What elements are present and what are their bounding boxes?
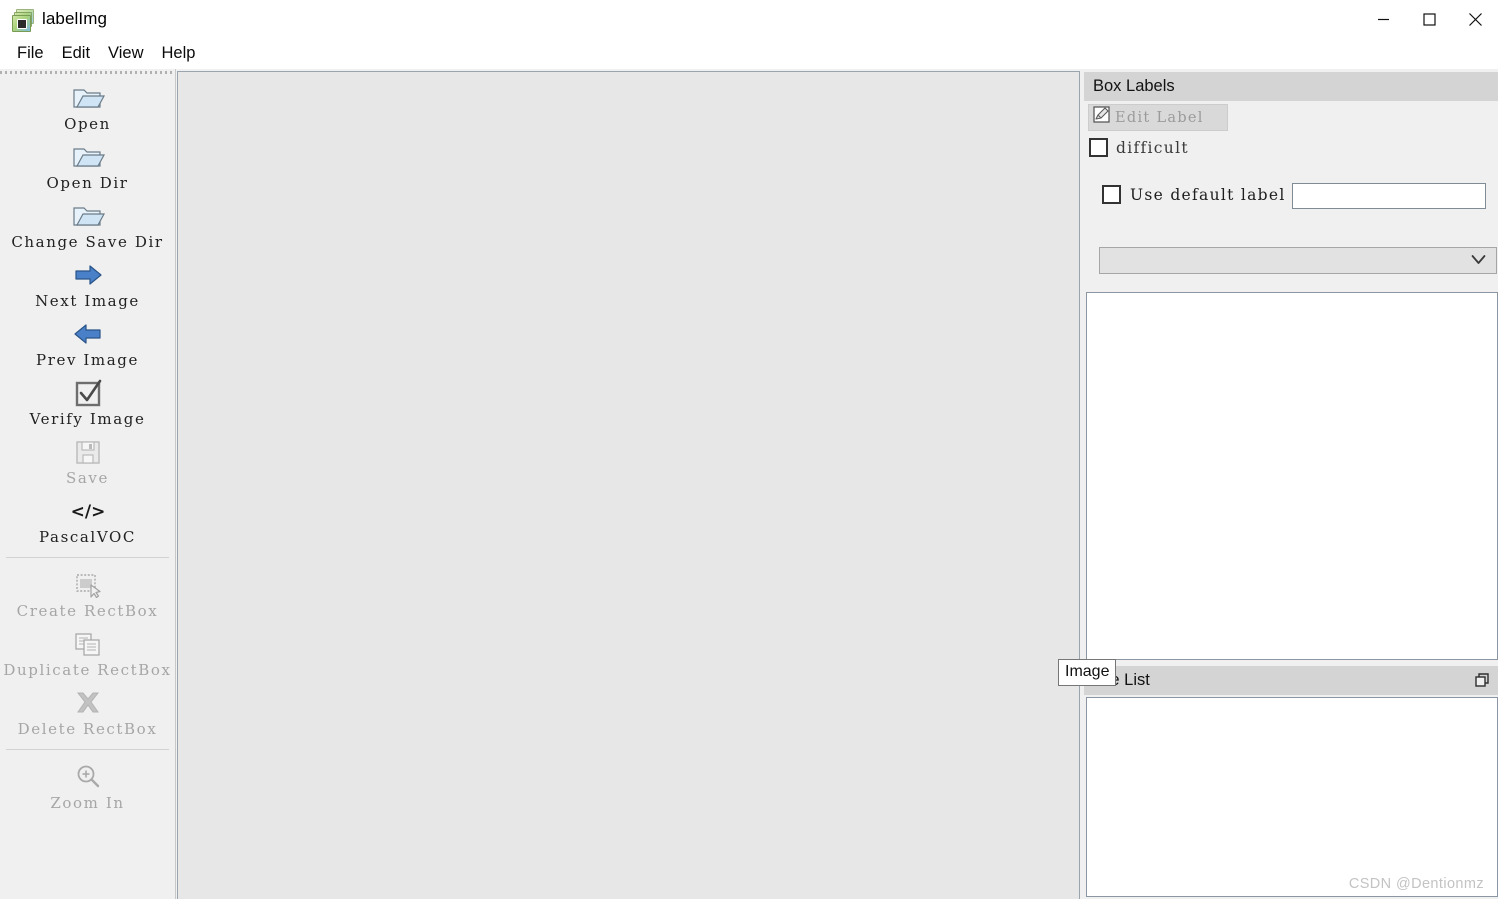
file-list-title-bar: File List xyxy=(1084,666,1498,695)
menu-item-view[interactable]: View xyxy=(99,42,152,65)
difficult-checkbox-label: difficult xyxy=(1116,138,1189,157)
chevron-down-icon xyxy=(1471,252,1486,270)
toolbar-button-save[interactable]: Save xyxy=(0,432,175,491)
delete-cross-icon xyxy=(73,686,103,720)
toolbar-label: Save xyxy=(66,469,109,487)
box-labels-dock: Box Labels Edit Label difficult Use defa… xyxy=(1084,72,1498,662)
file-list-dock: File List xyxy=(1084,666,1498,899)
toolbar-button-next-image[interactable]: Next Image xyxy=(0,255,175,314)
toolbar-label: PascalVOC xyxy=(39,528,136,546)
toolbar-label: Verify Image xyxy=(29,410,146,428)
labelimg-window: labelImg File Edit View Help Open Open D… xyxy=(0,0,1498,899)
use-default-label-checkbox[interactable]: Use default label xyxy=(1102,185,1286,204)
float-undock-icon[interactable] xyxy=(1472,671,1492,691)
zoom-in-magnifier-icon xyxy=(74,760,102,794)
labelimg-app-icon xyxy=(12,8,34,32)
menu-item-edit[interactable]: Edit xyxy=(53,42,99,65)
toolbar-label: Change Save Dir xyxy=(11,233,164,251)
toolbar-label: Open Dir xyxy=(46,174,129,192)
file-list-area[interactable] xyxy=(1086,697,1498,897)
open-folder-icon xyxy=(71,199,105,233)
toolbar-label: Zoom In xyxy=(50,794,125,812)
title-bar: labelImg xyxy=(0,0,1498,38)
edit-pencil-icon xyxy=(1092,105,1112,130)
checkbox-box-icon xyxy=(1102,185,1121,204)
minimize-icon[interactable] xyxy=(1360,0,1406,38)
left-toolbar: Open Open Dir Change Save Dir Next Image… xyxy=(0,69,176,899)
watermark: CSDN @Dentionmz xyxy=(1348,876,1484,892)
arrow-right-icon xyxy=(70,258,106,292)
toolbar-label: Open xyxy=(64,115,111,133)
label-list[interactable] xyxy=(1086,292,1498,660)
toolbar-button-change-save-dir[interactable]: Change Save Dir xyxy=(0,196,175,255)
difficult-checkbox[interactable]: difficult xyxy=(1089,138,1189,157)
edit-label-button-text: Edit Label xyxy=(1115,109,1204,126)
maximize-icon[interactable] xyxy=(1406,0,1452,38)
toolbar-separator xyxy=(6,557,169,558)
code-tags-icon: </> xyxy=(71,494,105,528)
toolbar-button-verify-image[interactable]: Verify Image xyxy=(0,373,175,432)
toolbar-button-open-dir[interactable]: Open Dir xyxy=(0,137,175,196)
toolbar-items: Open Open Dir Change Save Dir Next Image… xyxy=(0,78,175,816)
floppy-disk-icon xyxy=(74,435,102,469)
toolbar-label: Delete RectBox xyxy=(17,720,158,738)
checkbox-box-icon xyxy=(1089,138,1108,157)
menu-bar: File Edit View Help xyxy=(0,38,1498,69)
toolbar-button-delete-rectbox[interactable]: Delete RectBox xyxy=(0,683,175,742)
default-label-input[interactable] xyxy=(1292,183,1486,209)
toolbar-label: Duplicate RectBox xyxy=(3,661,172,679)
title-bar-left: labelImg xyxy=(12,0,107,38)
duplicate-rectbox-icon xyxy=(73,627,103,661)
checkbox-check-icon xyxy=(73,376,103,410)
open-folder-icon xyxy=(71,140,105,174)
create-rectbox-icon xyxy=(74,568,102,602)
arrow-left-icon xyxy=(70,317,106,351)
toolbar-label: Create RectBox xyxy=(16,602,159,620)
edit-label-button[interactable]: Edit Label xyxy=(1088,104,1228,131)
label-combo-box[interactable] xyxy=(1099,247,1497,274)
close-icon[interactable] xyxy=(1452,0,1498,38)
menu-item-file[interactable]: File xyxy=(8,42,53,65)
toolbar-button-open[interactable]: Open xyxy=(0,78,175,137)
toolbar-label: Next Image xyxy=(35,292,140,310)
image-canvas[interactable] xyxy=(177,71,1080,899)
box-labels-title: Box Labels xyxy=(1093,77,1175,95)
toolbar-button-create-rectbox[interactable]: Create RectBox xyxy=(0,565,175,624)
open-folder-icon xyxy=(71,81,105,115)
svg-text:</>: </> xyxy=(71,502,105,522)
box-labels-title-bar: Box Labels xyxy=(1084,72,1498,101)
toolbar-label: Prev Image xyxy=(36,351,139,369)
toolbar-separator xyxy=(6,749,169,750)
menu-item-help[interactable]: Help xyxy=(153,42,205,65)
toolbar-button-prev-image[interactable]: Prev Image xyxy=(0,314,175,373)
toolbar-button-format-pascalvoc[interactable]: </> PascalVOC xyxy=(0,491,175,550)
window-title: labelImg xyxy=(42,9,108,28)
toolbar-button-zoom-in[interactable]: Zoom In xyxy=(0,757,175,816)
image-tooltip: Image xyxy=(1058,659,1117,686)
toolbar-button-duplicate-rectbox[interactable]: Duplicate RectBox xyxy=(0,624,175,683)
toolbar-drag-handle[interactable] xyxy=(0,69,175,76)
window-controls xyxy=(1360,0,1498,38)
use-default-label-checkbox-label: Use default label xyxy=(1130,185,1286,204)
